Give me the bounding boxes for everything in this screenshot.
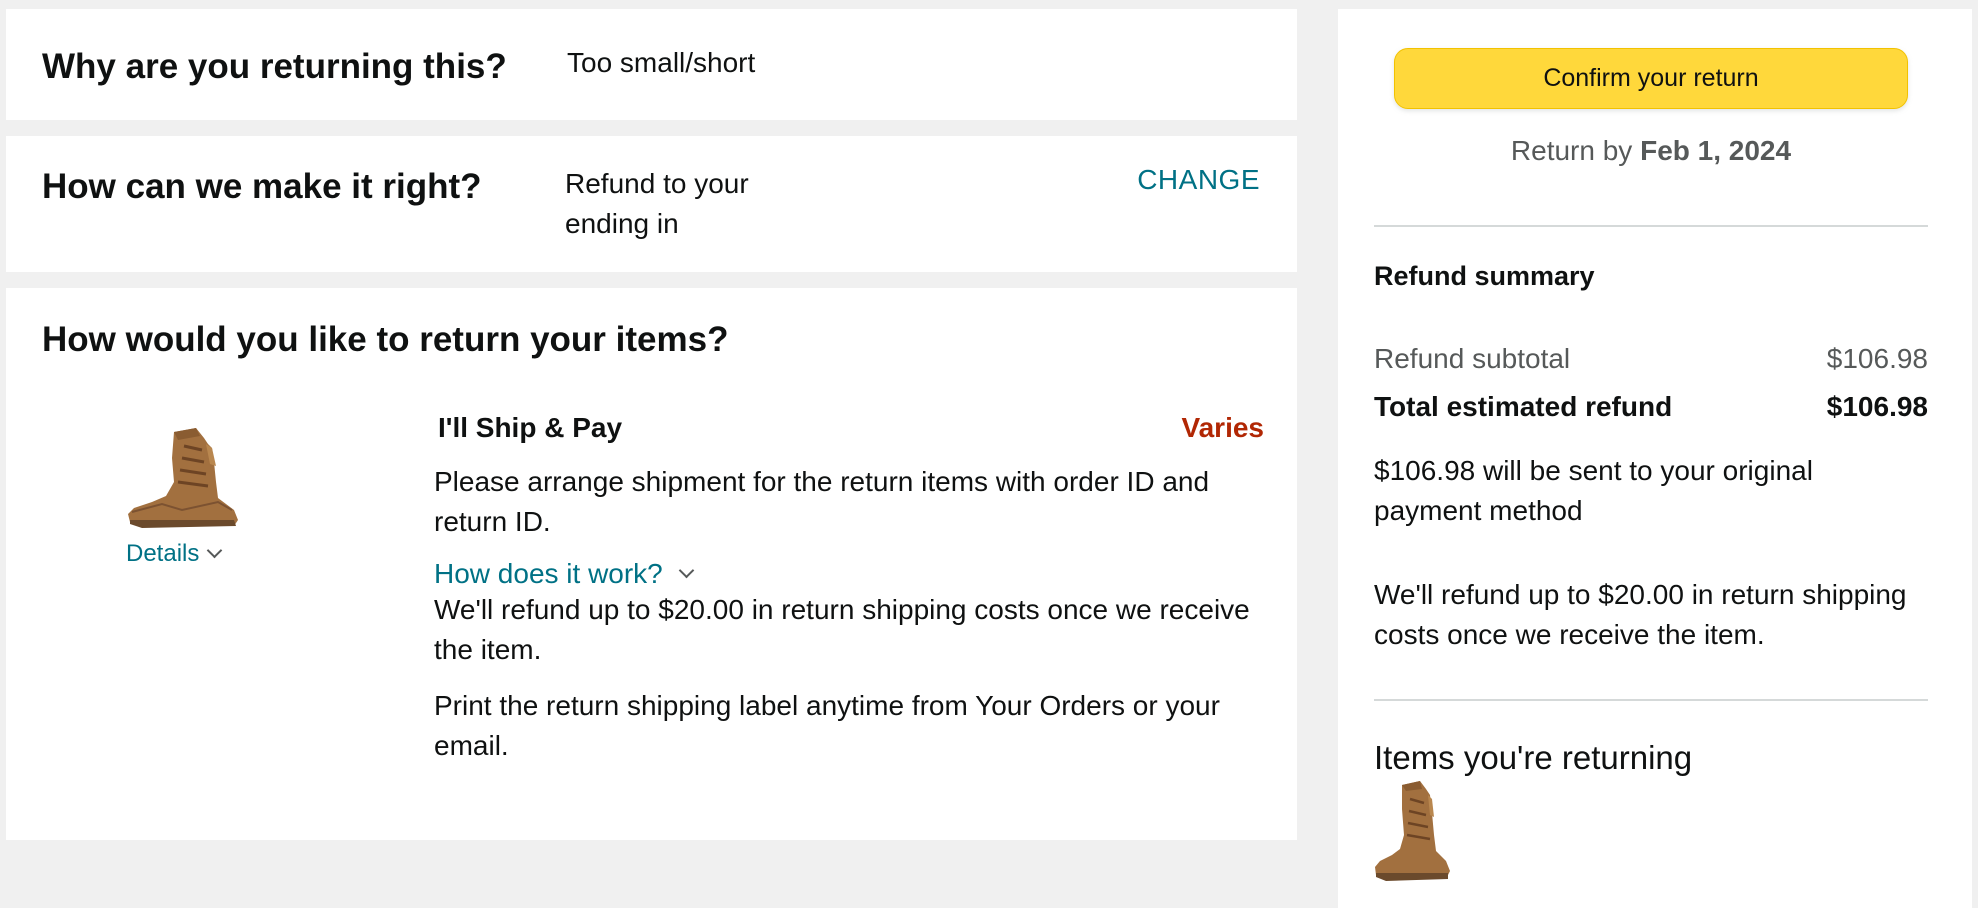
item-details-label: Details	[126, 540, 200, 567]
chevron-down-icon	[207, 542, 223, 558]
ship-and-pay-option[interactable]: I'll Ship & Pay Varies Please arrange sh…	[434, 412, 1264, 766]
return-method-title: How would you like to return your items?	[42, 320, 729, 359]
option-print-note: Print the return shipping label anytime …	[434, 690, 1220, 761]
option-instructions: Please arrange shipment for the return i…	[434, 466, 1210, 537]
resolution-value-line2: ending in	[565, 208, 679, 239]
refund-subtotal-label: Refund subtotal	[1374, 343, 1571, 374]
refund-subtotal-value: $106.98	[1826, 343, 1928, 374]
option-price: Varies	[1181, 412, 1264, 443]
total-refund-value: $106.98	[1826, 391, 1928, 422]
how-does-it-work-label: How does it work?	[434, 558, 663, 589]
return-by-text: Return by Feb 1, 2024	[1338, 135, 1964, 167]
refund-summary-title: Refund summary	[1374, 261, 1595, 291]
resolution-title: How can we make it right?	[42, 167, 482, 206]
return-by-date: Feb 1, 2024	[1640, 135, 1792, 166]
return-method-card: How would you like to return your items?…	[6, 288, 1297, 840]
return-by-prefix: Return by	[1510, 135, 1633, 166]
total-refund-row: Total estimated refund $106.98	[1374, 391, 1928, 423]
boot-icon[interactable]	[122, 424, 246, 533]
return-reason-value: Too small/short	[567, 47, 756, 78]
how-does-it-work-link[interactable]: How does it work?	[434, 558, 695, 590]
total-refund-label: Total estimated refund	[1374, 391, 1673, 422]
return-reason-title: Why are you returning this?	[42, 47, 507, 86]
confirm-return-button[interactable]: Confirm your return	[1394, 48, 1908, 109]
how-does-it-work-row: How does it work?	[434, 558, 1264, 590]
chevron-down-icon	[678, 562, 695, 578]
return-reason-card: Why are you returning this? Too small/sh…	[6, 9, 1297, 120]
resolution-value: Refund to your ending in	[565, 164, 749, 244]
refund-subtotal-row: Refund subtotal $106.98	[1374, 343, 1928, 375]
resolution-value-line1: Refund to your	[565, 168, 749, 199]
change-resolution-link[interactable]: CHANGE	[1137, 164, 1260, 196]
refund-summary-card: Confirm your return Return by Feb 1, 202…	[1338, 9, 1972, 908]
option-refund-note: We'll refund up to $20.00 in return ship…	[434, 594, 1250, 665]
divider	[1374, 699, 1928, 701]
items-returning-title: Items you're returning	[1374, 739, 1693, 776]
divider	[1374, 225, 1928, 227]
shipping-cost-note: We'll refund up to $20.00 in return ship…	[1374, 579, 1907, 650]
payment-method-note: $106.98 will be sent to your original pa…	[1374, 455, 1813, 526]
option-title: I'll Ship & Pay	[438, 412, 623, 443]
return-page: Why are you returning this? Too small/sh…	[0, 0, 1978, 908]
item-details-toggle[interactable]: Details	[126, 540, 223, 568]
boot-icon[interactable]	[1372, 779, 1454, 886]
resolution-card: How can we make it right? Refund to your…	[6, 136, 1297, 272]
